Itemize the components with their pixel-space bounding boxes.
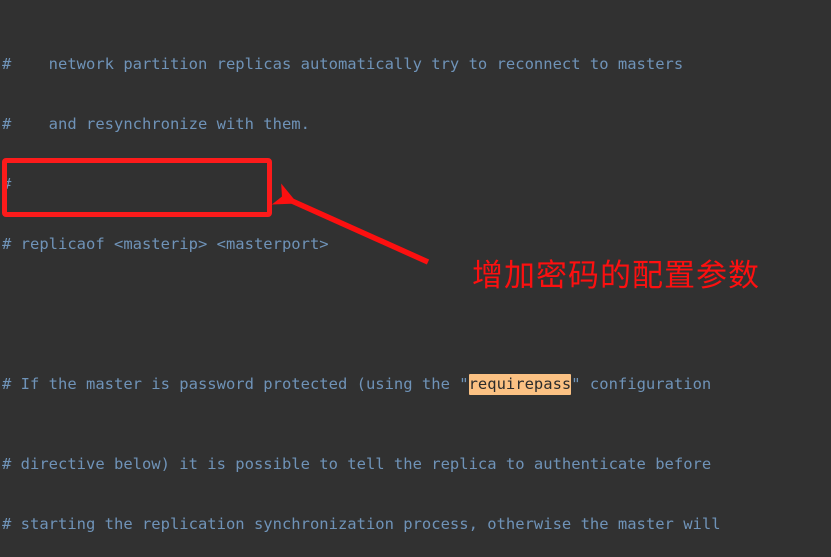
code-line: # [2,175,12,193]
code-line-requirepass-mention: # If the master is password protected (u… [2,374,712,395]
code-line: # directive below) it is possible to tel… [2,455,712,473]
code-line: # and resynchronize with them. [2,115,310,133]
config-file-text[interactable]: # network partition replicas automatical… [0,0,831,551]
code-line: # network partition replicas automatical… [2,55,684,73]
code-line: # replicaof <masterip> <masterport> [2,235,329,253]
code-editor-window: # network partition replicas automatical… [0,0,831,557]
requirepass-highlight-inline: requirepass [468,374,572,395]
code-line: # starting the replication synchronizati… [2,515,721,533]
